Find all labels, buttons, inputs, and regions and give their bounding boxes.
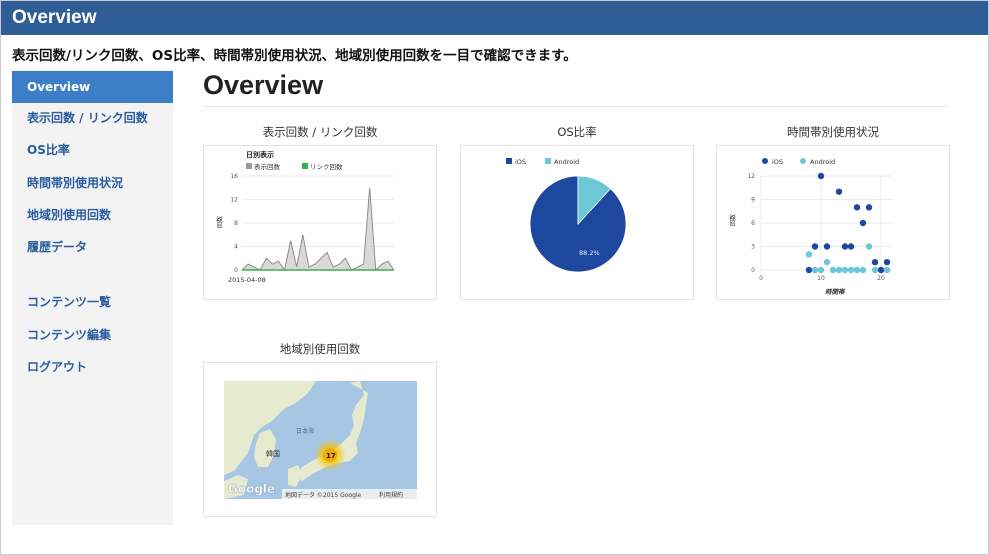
header-title: Overview (12, 7, 97, 28)
sidebar-item-hourly-usage[interactable]: 時間帯別使用状況 (12, 167, 173, 199)
map-attribution: 地図データ ©2015 Google (285, 491, 362, 499)
hourly-y-tick: 3 (751, 244, 755, 251)
sidebar-item-overview[interactable]: Overview (12, 71, 173, 103)
scatter-point-android (835, 266, 843, 274)
japan-map[interactable]: 日本海 韓国 17 Google 地図データ ©2015 Google 利用規約 (204, 363, 436, 516)
scatter-point-android (871, 266, 879, 274)
views-card-title: 表示回数 / リンク回数 (262, 125, 378, 139)
views-y-tick: 0 (234, 267, 238, 274)
page-title: Overview (203, 70, 324, 100)
views-area (242, 187, 394, 270)
os-chart-card: iOS Android 88.2% (460, 145, 694, 300)
scatter-point-android (841, 266, 849, 274)
hourly-scatter-chart: iOS Android 回数 時間帯 0 3 6 9 12 0 10 20 (729, 158, 893, 296)
views-line-chart: 日別表示 表示回数 リンク回数 回数 0 4 8 12 16 2015-04-08 (216, 150, 395, 284)
google-logo: Google (228, 482, 275, 496)
scatter-point-ios (841, 243, 849, 250)
scatter-point-android (883, 266, 891, 274)
sidebar-item-views-links[interactable]: 表示回数 / リンク回数 (12, 102, 173, 134)
views-y-tick: 4 (234, 244, 238, 251)
hourly-y-tick: 0 (751, 267, 755, 274)
scatter-point-android (859, 266, 867, 274)
os-pie-chart: iOS Android 88.2% (506, 158, 627, 273)
views-chart-title: 日別表示 (246, 150, 274, 159)
sidebar-item-content-list[interactable]: コンテンツ一覧 (12, 286, 173, 318)
hourly-x-tick: 10 (817, 275, 825, 282)
map-label-korea: 韓国 (266, 449, 280, 458)
sidebar-item-os-ratio[interactable]: OS比率 (12, 134, 173, 166)
sidebar-item-regional-usage[interactable]: 地域別使用回数 (12, 199, 173, 231)
page-description: 表示回数/リンク回数、OS比率、時間帯別使用状況、地域別使用回数を一目で確認でき… (12, 48, 577, 64)
legend-label-android-hourly: Android (810, 158, 835, 166)
legend-swatch-android (545, 158, 551, 164)
views-y-tick: 8 (234, 220, 238, 227)
hourly-x-axis-label: 時間帯 (825, 288, 846, 296)
scatter-point-ios (859, 219, 867, 227)
views-x-tick-first: 2015-04-08 (228, 276, 266, 284)
scatter-point-ios (871, 258, 879, 266)
legend-label-android: Android (554, 158, 579, 166)
legend-swatch-links (302, 163, 308, 169)
map-label-japan-sea: 日本海 (296, 427, 314, 435)
scatter-point-android (805, 251, 813, 258)
sidebar-item-history-data[interactable]: 履歴データ (12, 231, 173, 263)
sidebar-item-content-edit[interactable]: コンテンツ編集 (12, 319, 173, 351)
legend-label-views: 表示回数 (254, 162, 281, 171)
hourly-x-tick: 20 (877, 275, 885, 282)
scatter-point-ios (853, 204, 861, 211)
hourly-y-tick: 9 (751, 197, 755, 204)
scatter-point-android (823, 258, 831, 266)
sidebar: Overview 表示回数 / リンク回数 OS比率 時間帯別使用状況 地域別使… (12, 70, 173, 525)
scatter-point-android (865, 243, 873, 250)
scatter-point-ios (847, 243, 855, 250)
views-y-tick: 16 (230, 173, 238, 180)
views-y-axis-label: 回数 (216, 216, 224, 228)
map-terms-link[interactable]: 利用規約 (379, 491, 403, 499)
scatter-point-ios (835, 188, 843, 195)
scatter-point-ios (823, 243, 831, 250)
hourly-x-tick: 0 (759, 275, 763, 282)
hourly-card-title: 時間帯別使用状況 (787, 125, 879, 139)
scatter-point-android (829, 266, 837, 274)
region-map-card: 日本海 韓国 17 Google 地図データ ©2015 Google 利用規約 (203, 362, 437, 517)
scatter-point-ios (877, 266, 885, 274)
hourly-chart-card: iOS Android 回数 時間帯 0 3 6 9 12 0 10 20 (716, 145, 950, 300)
scatter-point-ios (883, 258, 891, 266)
legend-label-ios: iOS (515, 158, 526, 166)
views-y-tick: 12 (230, 197, 238, 204)
sidebar-item-logout[interactable]: ログアウト (12, 351, 173, 383)
title-divider (203, 106, 948, 107)
scatter-point-ios (817, 172, 825, 180)
region-card-title: 地域別使用回数 (279, 342, 361, 356)
legend-swatch-views (246, 163, 252, 169)
os-card-title: OS比率 (557, 125, 597, 139)
hourly-y-tick: 12 (747, 173, 755, 180)
views-chart-card: 日別表示 表示回数 リンク回数 回数 0 4 8 12 16 2015-04-08 (203, 145, 437, 300)
scatter-point-android (817, 266, 825, 274)
scatter-point-ios (865, 204, 873, 211)
hourly-y-axis-label: 回数 (729, 214, 737, 226)
scatter-point-android (847, 266, 855, 274)
legend-marker-ios (762, 158, 768, 164)
legend-swatch-ios (506, 158, 512, 164)
scatter-point-android (811, 266, 819, 274)
header-bar: Overview (1, 1, 988, 35)
legend-label-links: リンク回数 (310, 162, 343, 171)
map-cluster-count: 17 (326, 452, 336, 460)
legend-label-ios-hourly: iOS (772, 158, 783, 166)
pie-label-ios: 88.2% (579, 249, 600, 257)
scatter-point-ios (811, 243, 819, 250)
scatter-point-ios (805, 266, 813, 274)
hourly-y-tick: 6 (751, 220, 755, 227)
scatter-point-android (853, 266, 861, 274)
legend-marker-android (800, 158, 806, 164)
